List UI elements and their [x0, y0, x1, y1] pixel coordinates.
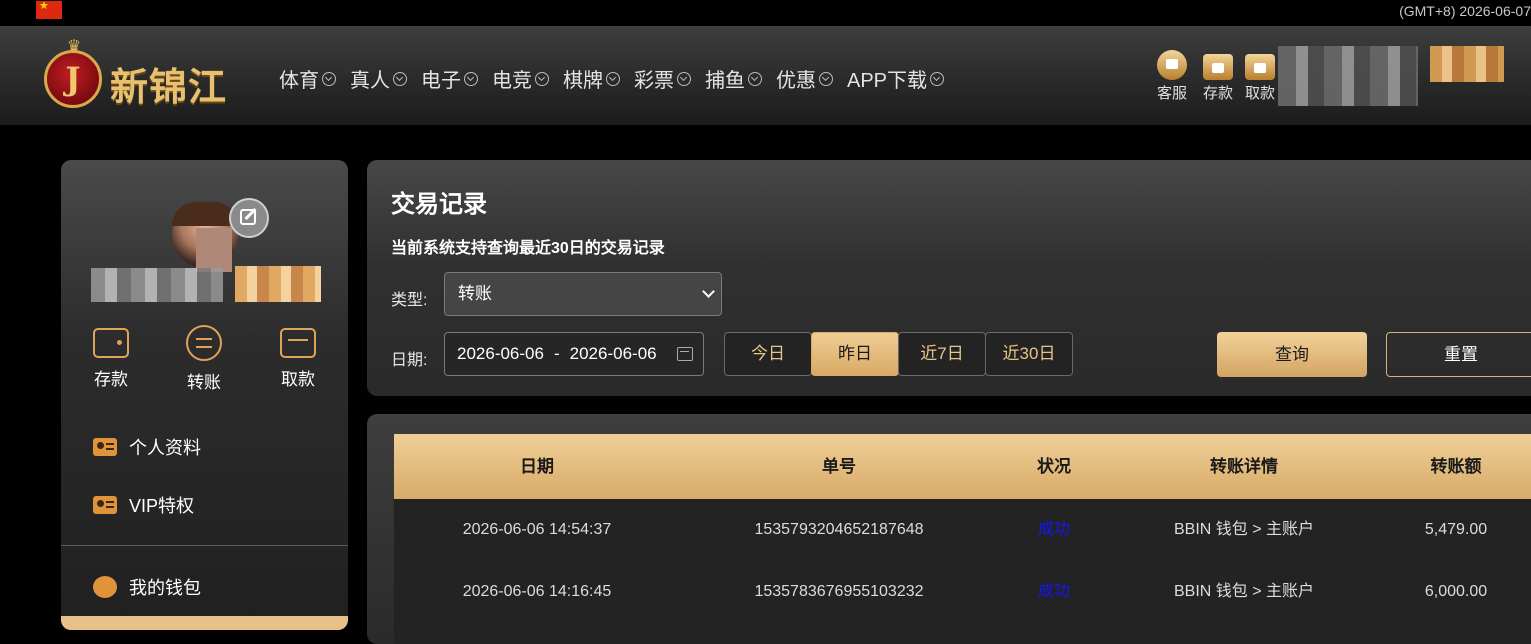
column-header-detail: 转账详情 — [1210, 457, 1278, 476]
logo-emblem: J — [44, 50, 102, 108]
cell-detail: BBIN 钱包 > 主账户 — [1173, 521, 1315, 538]
chevron-down-icon — [930, 71, 945, 86]
sidebar-item-vip[interactable]: VIP特权 — [93, 492, 194, 518]
type-select[interactable]: 转账 — [444, 272, 722, 316]
edit-profile-icon[interactable] — [229, 198, 269, 238]
nav-item-slots[interactable]: 电子 — [421, 64, 478, 93]
quick-date-yesterday[interactable]: 昨日 — [811, 332, 899, 376]
sidebar-transfer-button[interactable]: 转账 — [174, 325, 234, 393]
chevron-down-icon — [464, 71, 478, 86]
chevron-down-icon — [819, 71, 833, 86]
crown-icon: ♛ — [66, 36, 82, 55]
chevron-down-icon — [677, 71, 691, 86]
avatar[interactable] — [172, 202, 238, 272]
piggy-bank-icon — [93, 576, 117, 598]
cell-status: 成功 — [1037, 521, 1070, 538]
card-icon — [280, 328, 316, 358]
wallet-icon — [93, 328, 129, 358]
nav-item-sports[interactable]: 体育 — [279, 64, 336, 93]
chevron-down-icon — [393, 71, 407, 86]
balance-redacted — [1430, 46, 1504, 82]
header-withdraw-button[interactable]: 取款 — [1243, 50, 1277, 103]
quick-date-today[interactable]: 今日 — [724, 332, 812, 376]
quick-date-30days[interactable]: 近30日 — [985, 332, 1073, 376]
username-redacted — [91, 268, 223, 302]
column-header-amount: 转账额 — [1430, 457, 1482, 476]
chevron-down-icon — [702, 285, 715, 298]
cell-order: 1535793204652187648 — [754, 521, 924, 538]
nav-item-fishing[interactable]: 捕鱼 — [705, 64, 762, 93]
sidebar-active-item[interactable] — [61, 616, 348, 630]
main-nav: 体育 真人 电子 电竞 棋牌 彩票 捕鱼 优惠 APP下载 — [279, 64, 958, 93]
logo-text: 新锦江 — [110, 65, 228, 109]
chevron-down-icon — [322, 71, 336, 86]
query-button[interactable]: 查询 — [1217, 332, 1367, 377]
nav-item-app-download[interactable]: APP下载 — [847, 64, 945, 93]
vip-card-icon — [93, 496, 117, 514]
cell-status: 成功 — [1037, 583, 1070, 600]
cell-date: 2026-06-06 14:54:37 — [462, 521, 612, 538]
user-account-redacted — [1278, 46, 1418, 106]
date-to: 2026-06-06 — [569, 344, 657, 363]
chat-icon — [1157, 50, 1187, 80]
chevron-down-icon — [535, 71, 549, 86]
date-from: 2026-06-06 — [457, 344, 544, 363]
page-subtitle: 当前系统支持查询最近30日的交易记录 — [391, 240, 665, 257]
cell-amount: 5,479.00 — [1424, 521, 1488, 538]
cell-order: 1535783676955103232 — [754, 583, 924, 600]
chevron-down-icon — [606, 71, 620, 86]
table-header: 日期 单号 状况 转账详情 转账额 — [394, 434, 1531, 499]
sidebar-item-wallet[interactable]: 我的钱包 — [93, 574, 201, 600]
table-row: 2026-06-06 14:16:45 1535783676955103232 … — [394, 561, 1531, 623]
nav-item-esports[interactable]: 电竞 — [492, 64, 549, 93]
date-range-input[interactable]: 2026-06-06 - 2026-06-06 — [444, 332, 704, 376]
transfer-icon — [186, 325, 222, 361]
quick-date-7days[interactable]: 近7日 — [898, 332, 986, 376]
date-label: 日期: — [391, 352, 428, 369]
vip-level-redacted — [235, 266, 321, 302]
cell-amount: 6,000.00 — [1424, 583, 1488, 600]
sidebar-deposit-button[interactable]: 存款 — [81, 328, 141, 390]
china-flag-icon[interactable]: ★ — [36, 0, 62, 19]
table-body: 2026-06-06 14:54:37 1535793204652187648 … — [394, 499, 1531, 644]
column-header-status: 状况 — [1037, 457, 1071, 476]
sidebar-divider — [61, 545, 348, 546]
table-row: 2026-06-06 14:54:37 1535793204652187648 … — [394, 499, 1531, 561]
nav-item-live[interactable]: 真人 — [350, 64, 407, 93]
sidebar-item-profile[interactable]: 个人资料 — [93, 434, 201, 460]
page-title: 交易记录 — [391, 191, 487, 218]
chevron-down-icon — [748, 71, 762, 86]
header-deposit-button[interactable]: 存款 — [1198, 50, 1238, 103]
column-header-date: 日期 — [520, 457, 554, 476]
top-bar: ★ (GMT+8) 2026-06-07 — [0, 0, 1531, 26]
calendar-icon — [677, 347, 693, 361]
column-header-order: 单号 — [822, 457, 856, 476]
id-card-icon — [93, 438, 117, 456]
account-sidebar: 存款 转账 取款 个人资料 VIP特权 我的钱包 — [61, 160, 348, 630]
atm-icon — [1245, 54, 1275, 80]
server-time: (GMT+8) 2026-06-07 — [1399, 3, 1531, 19]
nav-item-promotions[interactable]: 优惠 — [776, 64, 833, 93]
main-header: J ♛ 新锦江 体育 真人 电子 电竞 棋牌 彩票 捕鱼 优惠 APP下载 客服… — [0, 26, 1531, 125]
sidebar-withdraw-button[interactable]: 取款 — [268, 328, 328, 390]
transaction-filter-panel: 交易记录 当前系统支持查询最近30日的交易记录 类型: 转账 日期: 2026-… — [367, 160, 1531, 396]
reset-button[interactable]: 重置 — [1386, 332, 1531, 377]
wallet-icon — [1203, 54, 1233, 80]
cell-detail: BBIN 钱包 > 主账户 — [1173, 583, 1315, 600]
nav-item-cards[interactable]: 棋牌 — [563, 64, 620, 93]
site-logo[interactable]: J ♛ 新锦江 — [40, 36, 250, 110]
type-label: 类型: — [391, 292, 428, 309]
nav-item-lottery[interactable]: 彩票 — [634, 64, 691, 93]
transaction-table-panel: 日期 单号 状况 转账详情 转账额 2026-06-06 14:54:37 15… — [367, 414, 1531, 644]
customer-service-button[interactable]: 客服 — [1152, 50, 1192, 103]
cell-date: 2026-06-06 14:16:45 — [462, 583, 612, 600]
